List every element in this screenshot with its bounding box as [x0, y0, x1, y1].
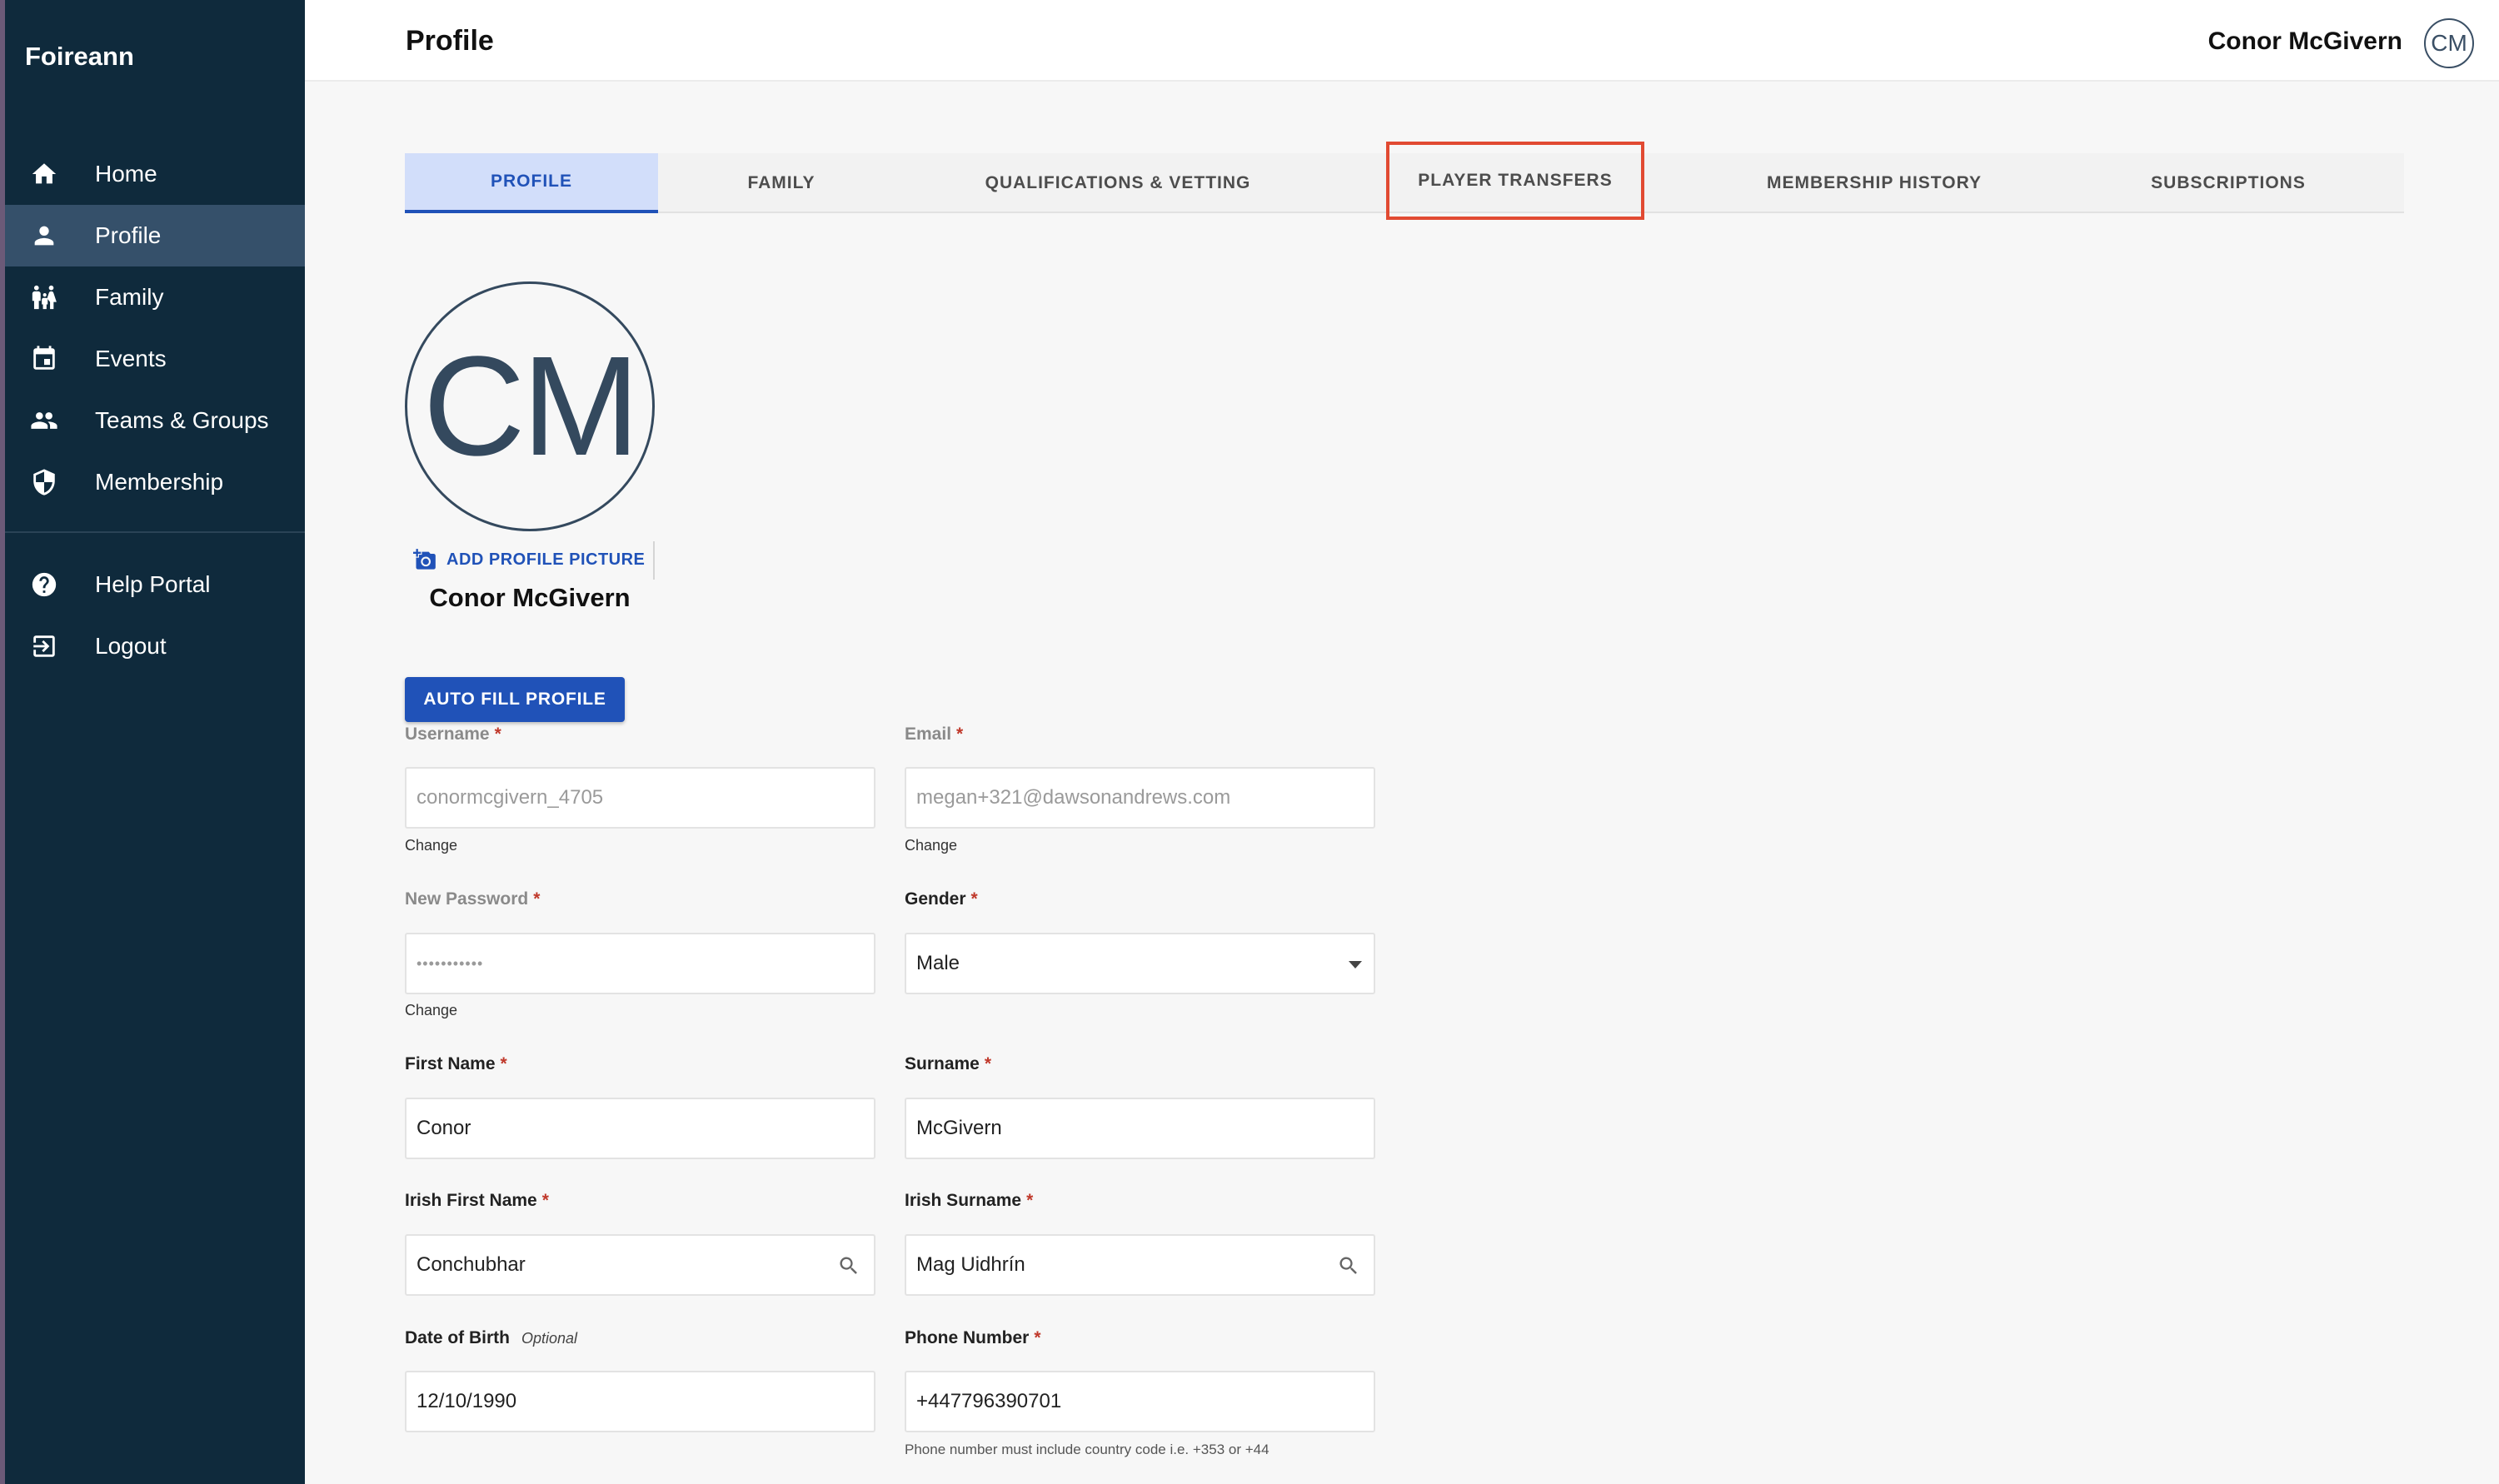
gender-label-text: Gender: [905, 889, 966, 909]
search-icon[interactable]: [837, 1254, 860, 1277]
phone-label: Phone Number *: [905, 1328, 1041, 1348]
sidebar-item-logout[interactable]: Logout: [5, 615, 305, 677]
required-mark: *: [956, 725, 964, 744]
phone-helper-text: Phone number must include country code i…: [905, 1442, 1269, 1457]
calendar-icon: [27, 342, 61, 376]
gender-select-value: Male: [916, 952, 960, 974]
irish-first-name-label: Irish First Name *: [405, 1191, 549, 1211]
help-icon: [27, 568, 61, 601]
first-name-label: First Name *: [405, 1054, 507, 1074]
sidebar-item-help-portal[interactable]: Help Portal: [5, 554, 305, 615]
irish-first-name-field[interactable]: Conchubhar: [405, 1234, 875, 1296]
sidebar-item-teams-groups[interactable]: Teams & Groups: [5, 390, 305, 451]
tab-qualifications-vetting[interactable]: QUALIFICATIONS & VETTING: [905, 153, 1331, 213]
sidebar-item-label: Home: [95, 161, 157, 187]
auto-fill-profile-button[interactable]: AUTO FILL PROFILE: [405, 677, 625, 722]
dob-field[interactable]: 12/10/1990: [405, 1371, 875, 1432]
sidebar-item-label: Family: [95, 284, 164, 310]
required-mark: *: [970, 889, 978, 909]
gender-select[interactable]: Male: [905, 933, 1375, 994]
user-name[interactable]: Conor McGivern: [2208, 27, 2402, 56]
home-icon: [27, 157, 61, 191]
required-mark: *: [500, 1054, 507, 1073]
email-label-text: Email: [905, 725, 952, 744]
tab-player-transfers[interactable]: PLAYER TRANSFERS: [1386, 142, 1644, 220]
search-icon[interactable]: [1337, 1254, 1360, 1277]
required-mark: *: [1034, 1328, 1041, 1347]
add-photo-icon: [413, 549, 436, 570]
sidebar-item-label: Help Portal: [95, 571, 211, 597]
first-name-label-text: First Name: [405, 1054, 496, 1073]
irish-first-name-value: Conchubhar: [416, 1253, 526, 1276]
logout-icon: [27, 630, 61, 663]
divider: [653, 541, 655, 580]
family-icon: [27, 281, 61, 314]
change-username-link[interactable]: Change: [405, 837, 457, 854]
sidebar-item-label: Logout: [95, 633, 167, 659]
password-label-text: New Password: [405, 889, 529, 909]
required-mark: *: [494, 725, 501, 744]
irish-first-name-label-text: Irish First Name: [405, 1191, 537, 1210]
sidebar-item-label: Teams & Groups: [95, 407, 269, 433]
irish-surname-value: Mag Uidhrín: [916, 1253, 1025, 1276]
sidebar-item-membership[interactable]: Membership: [5, 451, 305, 513]
first-name-field[interactable]: Conor: [405, 1098, 875, 1159]
username-label: Username *: [405, 725, 501, 744]
add-profile-picture-button[interactable]: ADD PROFILE PICTURE: [413, 548, 645, 571]
avatar[interactable]: CM: [2424, 18, 2474, 68]
phone-field[interactable]: +447796390701: [905, 1371, 1375, 1432]
irish-surname-label: Irish Surname *: [905, 1191, 1033, 1211]
tab-membership-history[interactable]: MEMBERSHIP HISTORY: [1699, 153, 2049, 213]
sidebar-item-label: Membership: [95, 469, 224, 495]
required-mark: *: [541, 1191, 549, 1210]
change-password-link[interactable]: Change: [405, 1002, 457, 1019]
required-mark: *: [984, 1054, 992, 1073]
change-email-link[interactable]: Change: [905, 837, 957, 854]
required-mark: *: [533, 889, 541, 909]
group-icon: [27, 404, 61, 437]
irish-surname-label-text: Irish Surname: [905, 1191, 1022, 1210]
phone-label-text: Phone Number: [905, 1328, 1030, 1347]
sidebar-item-home[interactable]: Home: [5, 143, 305, 205]
profile-name: Conor McGivern: [429, 583, 631, 612]
sidebar-item-family[interactable]: Family: [5, 266, 305, 328]
username-field: conormcgivern_4705: [405, 767, 875, 829]
surname-label: Surname *: [905, 1054, 991, 1074]
add-profile-picture-label: ADD PROFILE PICTURE: [446, 550, 646, 569]
profile-avatar: CM: [405, 281, 655, 531]
email-label: Email *: [905, 725, 963, 744]
shield-icon: [27, 466, 61, 499]
surname-label-text: Surname: [905, 1054, 980, 1073]
sidebar-divider: [5, 531, 305, 533]
irish-surname-field[interactable]: Mag Uidhrín: [905, 1234, 1375, 1296]
brand-logo[interactable]: Foireann: [25, 42, 134, 72]
optional-tag: Optional: [521, 1330, 578, 1347]
tab-subscriptions[interactable]: SUBSCRIPTIONS: [2091, 153, 2366, 213]
password-label: New Password *: [405, 889, 540, 909]
person-icon: [27, 219, 61, 252]
sidebar-item-profile[interactable]: Profile: [5, 205, 305, 266]
gender-label: Gender *: [905, 889, 978, 909]
dropdown-caret-icon: [1349, 961, 1362, 969]
required-mark: *: [1026, 1191, 1034, 1210]
sidebar-item-events[interactable]: Events: [5, 328, 305, 390]
username-label-text: Username: [405, 725, 490, 744]
tab-profile[interactable]: PROFILE: [405, 153, 658, 213]
sidebar-item-label: Profile: [95, 222, 162, 248]
top-bar: Profile Conor McGivern CM: [305, 0, 2499, 82]
dob-label-text: Date of Birth: [405, 1328, 510, 1347]
sidebar: Foireann Home Profile Family Events Team…: [5, 0, 305, 1484]
dob-label: Date of Birth Optional: [405, 1328, 577, 1348]
password-field: •••••••••••: [405, 933, 875, 994]
tab-family[interactable]: FAMILY: [658, 153, 905, 213]
email-field: megan+321@dawsonandrews.com: [905, 767, 1375, 829]
profile-tabs: PROFILE FAMILY QUALIFICATIONS & VETTING …: [405, 142, 2404, 220]
sidebar-item-label: Events: [95, 346, 167, 371]
page-title: Profile: [406, 25, 494, 57]
surname-field[interactable]: McGivern: [905, 1098, 1375, 1159]
